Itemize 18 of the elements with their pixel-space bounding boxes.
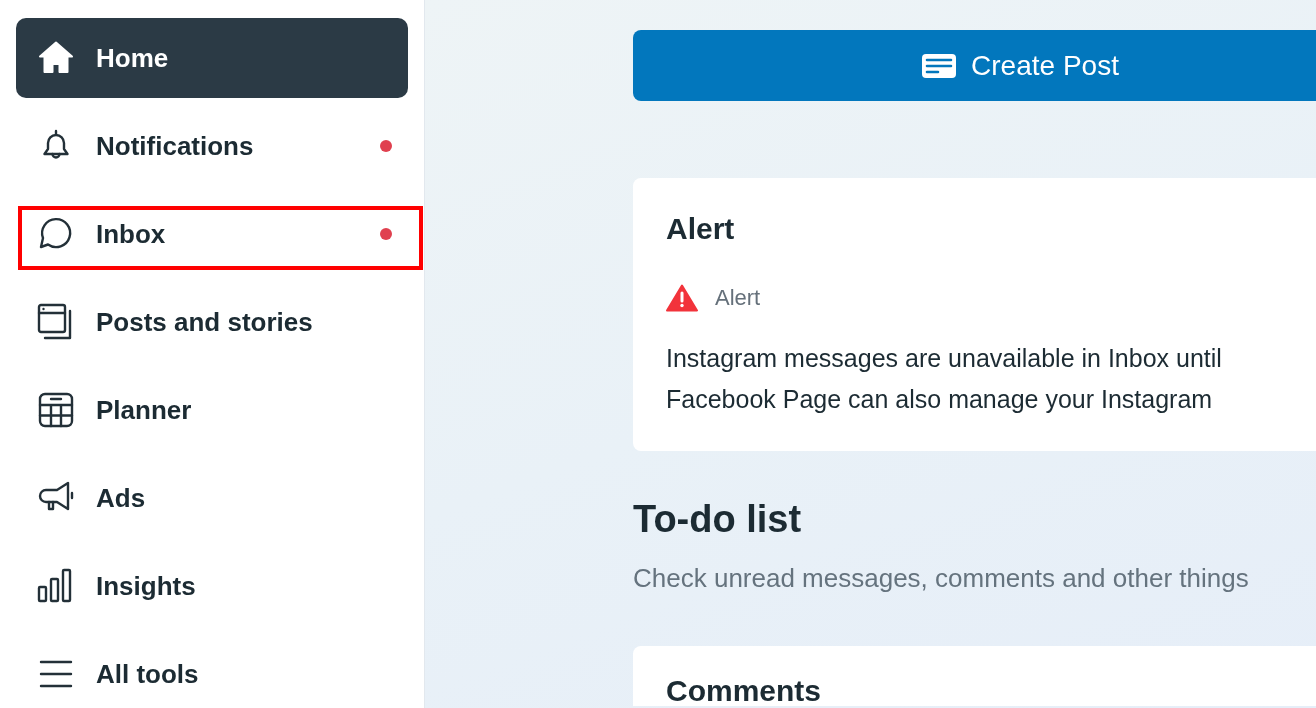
alert-message: Instagram messages are unavailable in Inbox until Facebook Page can also manage your Instagram	[666, 343, 1223, 415]
sidebar-item[interactable]: Notifications	[16, 106, 408, 186]
section-subtitle: Check unread messages, comments and other things	[633, 562, 1250, 595]
warning-icon	[666, 284, 698, 312]
sidebar-item[interactable]: All tools	[16, 634, 408, 708]
sidebar-item[interactable]: Ads	[16, 458, 408, 538]
document-icon	[922, 53, 957, 78]
card-title: Comments	[666, 676, 823, 706]
sidebar-item[interactable]: Insights	[16, 546, 408, 626]
sidebar-item[interactable]: Posts and stories	[16, 282, 408, 362]
sidebar-item[interactable]: Home	[16, 18, 408, 98]
sidebar-item[interactable]: Inbox	[16, 194, 408, 274]
create-post-button[interactable]: Create Post	[633, 30, 1316, 101]
sidebar-item[interactable]: Planner	[16, 370, 408, 450]
alert-label: Alert	[715, 285, 761, 311]
calendar-icon	[36, 390, 76, 430]
section-heading: To-do list	[633, 497, 803, 542]
card-title: Alert	[666, 211, 736, 247]
